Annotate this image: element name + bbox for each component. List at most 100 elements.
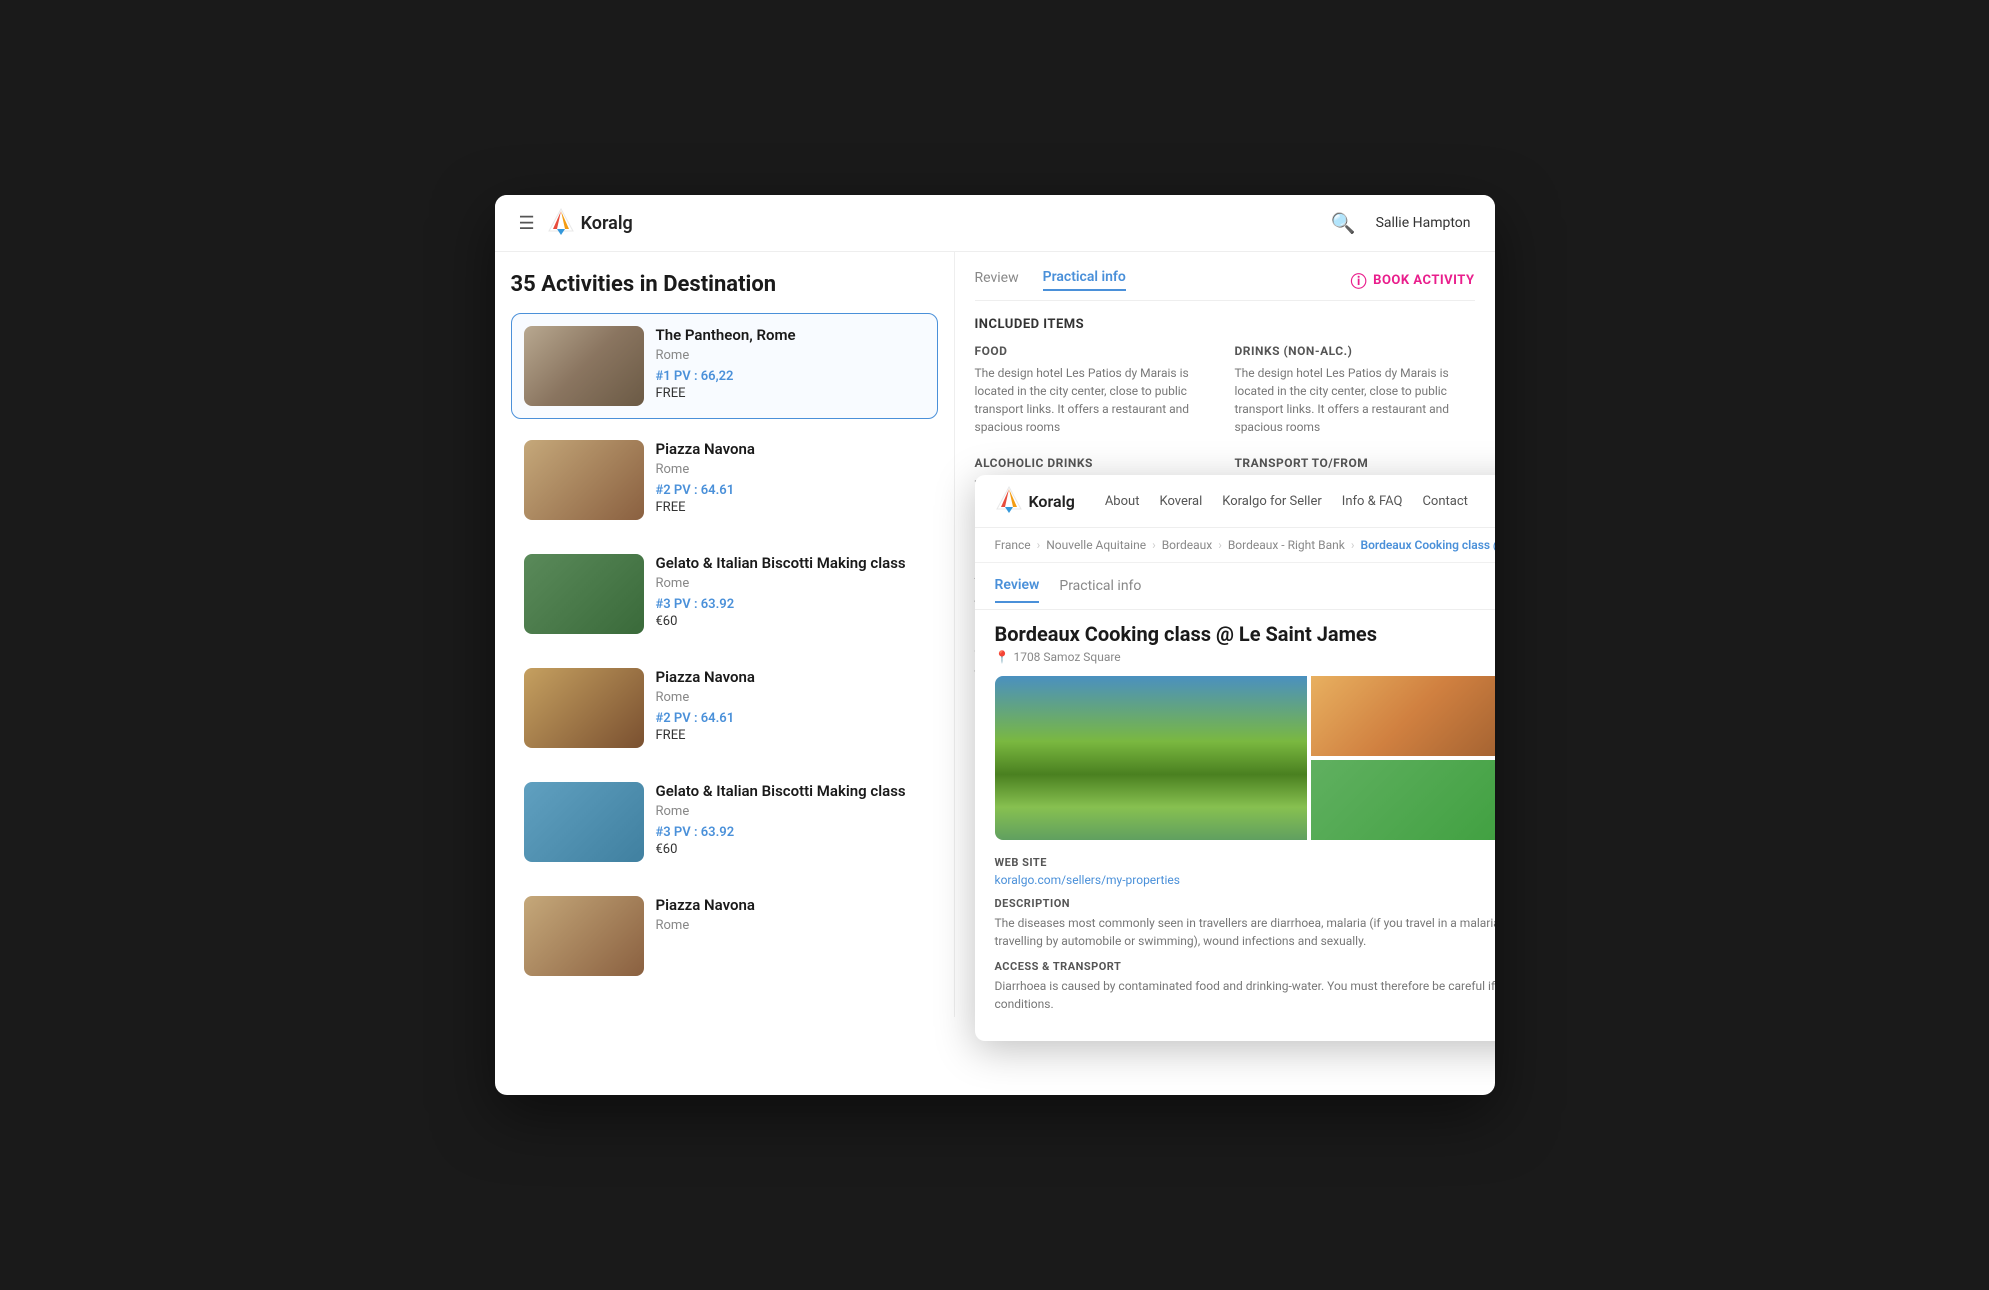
breadcrumb: France › Nouvelle Aquitaine › Bordeaux ›… — [975, 528, 1495, 563]
activity-name: Gelato & Italian Biscotti Making class — [656, 554, 925, 572]
nav-koralgo-seller[interactable]: Koralgo for Seller — [1222, 494, 1322, 509]
activity-price: FREE — [656, 386, 925, 401]
access-section-title: ACCESS & TRANSPORT — [995, 960, 1495, 973]
overlay-tab-bar: Review Practical info ⓘ BOOK ACTIVITY ⤤ … — [975, 563, 1495, 610]
activity-card[interactable]: Piazza Navona Rome #2 PV : 64.61 FREE — [511, 655, 938, 761]
activity-details: The Pantheon, Rome Rome #1 PV : 66,22 FR… — [656, 326, 925, 406]
transport-title: TRANSPORT TO/FROM — [1235, 456, 1475, 470]
activity-rank: #3 PV : 63.92 — [656, 597, 925, 612]
photo-thumb-1[interactable] — [1311, 676, 1495, 756]
activity-name: The Pantheon, Rome — [656, 326, 925, 344]
activity-thumbnail — [524, 554, 644, 634]
alcoholic-title: ALCOHOLIC DRINKS — [975, 456, 1215, 470]
activity-rank: #2 PV : 64.61 — [656, 711, 925, 726]
activity-name: Piazza Navona — [656, 668, 925, 686]
activity-details: Piazza Navona Rome — [656, 896, 925, 976]
breadcrumb-item[interactable]: Nouvelle Aquitaine — [1046, 538, 1146, 552]
activity-price: €60 — [656, 842, 925, 857]
activity-rank: #2 PV : 64.61 — [656, 483, 925, 498]
activity-details: Gelato & Italian Biscotti Making class R… — [656, 782, 925, 862]
activity-card[interactable]: Piazza Navona Rome #2 PV : 64.61 FREE — [511, 427, 938, 533]
drinks-text: The design hotel Les Patios dy Marais is… — [1235, 364, 1475, 436]
photo-thumb-3[interactable] — [1311, 760, 1495, 840]
overlay-content: Bordeaux Cooking class @ Le Saint James … — [975, 610, 1495, 1041]
tab-review[interactable]: Review — [975, 270, 1019, 290]
sidebar-title: 35 Activities in Destination — [511, 272, 938, 297]
activity-details: Gelato & Italian Biscotti Making class R… — [656, 554, 925, 634]
activity-name: Gelato & Italian Biscotti Making class — [656, 782, 925, 800]
overlay-title: Bordeaux Cooking class @ Le Saint James — [995, 622, 1495, 646]
website-link[interactable]: koralgo.com/sellers/my-properties — [995, 873, 1495, 887]
breadcrumb-item[interactable]: Bordeaux — [1162, 538, 1213, 552]
activity-location: Rome — [656, 804, 925, 819]
overlay-location: 📍 1708 Samoz Square — [995, 650, 1495, 664]
menu-icon[interactable]: ☰ — [519, 213, 535, 234]
activity-location: Rome — [656, 576, 925, 591]
breadcrumb-item[interactable]: Bordeaux - Right Bank — [1228, 538, 1345, 552]
activity-card[interactable]: Gelato & Italian Biscotti Making class R… — [511, 541, 938, 647]
tab-practical-info[interactable]: Practical info — [1043, 269, 1126, 291]
activity-location: Rome — [656, 348, 925, 363]
breadcrumb-separator: › — [1351, 538, 1355, 552]
activity-card[interactable]: The Pantheon, Rome Rome #1 PV : 66,22 FR… — [511, 313, 938, 419]
drinks-item: DRINKS (NON-ALC.) The design hotel Les P… — [1235, 344, 1475, 436]
logo-icon — [547, 207, 575, 239]
activity-sidebar: 35 Activities in Destination The Pantheo… — [495, 252, 955, 1017]
activity-thumbnail — [524, 668, 644, 748]
activity-details: Piazza Navona Rome #2 PV : 64.61 FREE — [656, 668, 925, 748]
activity-card[interactable]: Gelato & Italian Biscotti Making class R… — [511, 769, 938, 875]
drinks-title: DRINKS (NON-ALC.) — [1235, 344, 1475, 358]
activity-card[interactable]: Piazza Navona Rome — [511, 883, 938, 989]
app-header: ☰ Koralg 🔍 Sallie Hampton — [495, 195, 1495, 252]
description-section-title: DESCRIPTION — [995, 897, 1495, 910]
access-text: Diarrhoea is caused by contaminated food… — [995, 977, 1495, 1013]
activity-thumbnail — [524, 440, 644, 520]
main-photo[interactable] — [995, 676, 1307, 840]
activity-name: Piazza Navona — [656, 896, 925, 914]
activity-thumbnail — [524, 896, 644, 976]
activity-price: €60 — [656, 614, 925, 629]
info-circle-icon: ⓘ — [1351, 268, 1368, 292]
activity-thumbnail — [524, 782, 644, 862]
food-text: The design hotel Les Patios dy Marais is… — [975, 364, 1215, 436]
activity-location: Rome — [656, 462, 925, 477]
breadcrumb-separator: › — [1218, 538, 1222, 552]
overlay-logo-icon — [995, 485, 1023, 517]
activity-rank: #1 PV : 66,22 — [656, 369, 925, 384]
breadcrumb-item[interactable]: France — [995, 538, 1031, 552]
included-items-title: INCLUDED ITEMS — [975, 317, 1475, 332]
activity-rank: #3 PV : 63.92 — [656, 825, 925, 840]
breadcrumb-current: Bordeaux Cooking class @ Le Saint James — [1360, 538, 1494, 552]
nav-contact[interactable]: Contact — [1422, 494, 1467, 509]
food-item: FOOD The design hotel Les Patios dy Mara… — [975, 344, 1215, 436]
activity-name: Piazza Navona — [656, 440, 925, 458]
logo-text: Koralg — [581, 213, 633, 234]
activity-details: Piazza Navona Rome #2 PV : 64.61 FREE — [656, 440, 925, 520]
overlay-location-text: 1708 Samoz Square — [1013, 650, 1120, 664]
nav-info-faq[interactable]: Info & FAQ — [1342, 494, 1403, 509]
nav-koveral[interactable]: Koveral — [1159, 494, 1202, 509]
book-activity-label: BOOK ACTIVITY — [1373, 273, 1474, 288]
logo[interactable]: Koralg — [547, 207, 633, 239]
activity-price: FREE — [656, 500, 925, 515]
search-icon[interactable]: 🔍 — [1331, 211, 1356, 235]
overlay-nav: Koralg About Koveral Koralgo for Seller … — [975, 475, 1495, 528]
nav-about[interactable]: About — [1105, 494, 1140, 509]
food-title: FOOD — [975, 344, 1215, 358]
activity-price: FREE — [656, 728, 925, 743]
breadcrumb-separator: › — [1037, 538, 1041, 552]
tab-bar: Review Practical info ⓘ BOOK ACTIVITY — [975, 268, 1475, 301]
activity-location: Rome — [656, 918, 925, 933]
overlay-window: Koralg About Koveral Koralgo for Seller … — [975, 475, 1495, 1041]
breadcrumb-separator: › — [1152, 538, 1156, 552]
description-text: The diseases most commonly seen in trave… — [995, 914, 1495, 950]
overlay-logo[interactable]: Koralg — [995, 485, 1075, 517]
website-section-title: WEB SITE — [995, 856, 1495, 869]
overlay-tab-review[interactable]: Review — [995, 577, 1040, 603]
book-activity-button[interactable]: ⓘ BOOK ACTIVITY — [1351, 268, 1475, 292]
location-pin-icon: 📍 — [995, 650, 1010, 664]
browser-window: ☰ Koralg 🔍 Sallie Hampton 35 Activities … — [495, 195, 1495, 1095]
activity-location: Rome — [656, 690, 925, 705]
user-name: Sallie Hampton — [1376, 215, 1471, 231]
overlay-tab-practical[interactable]: Practical info — [1059, 578, 1141, 602]
